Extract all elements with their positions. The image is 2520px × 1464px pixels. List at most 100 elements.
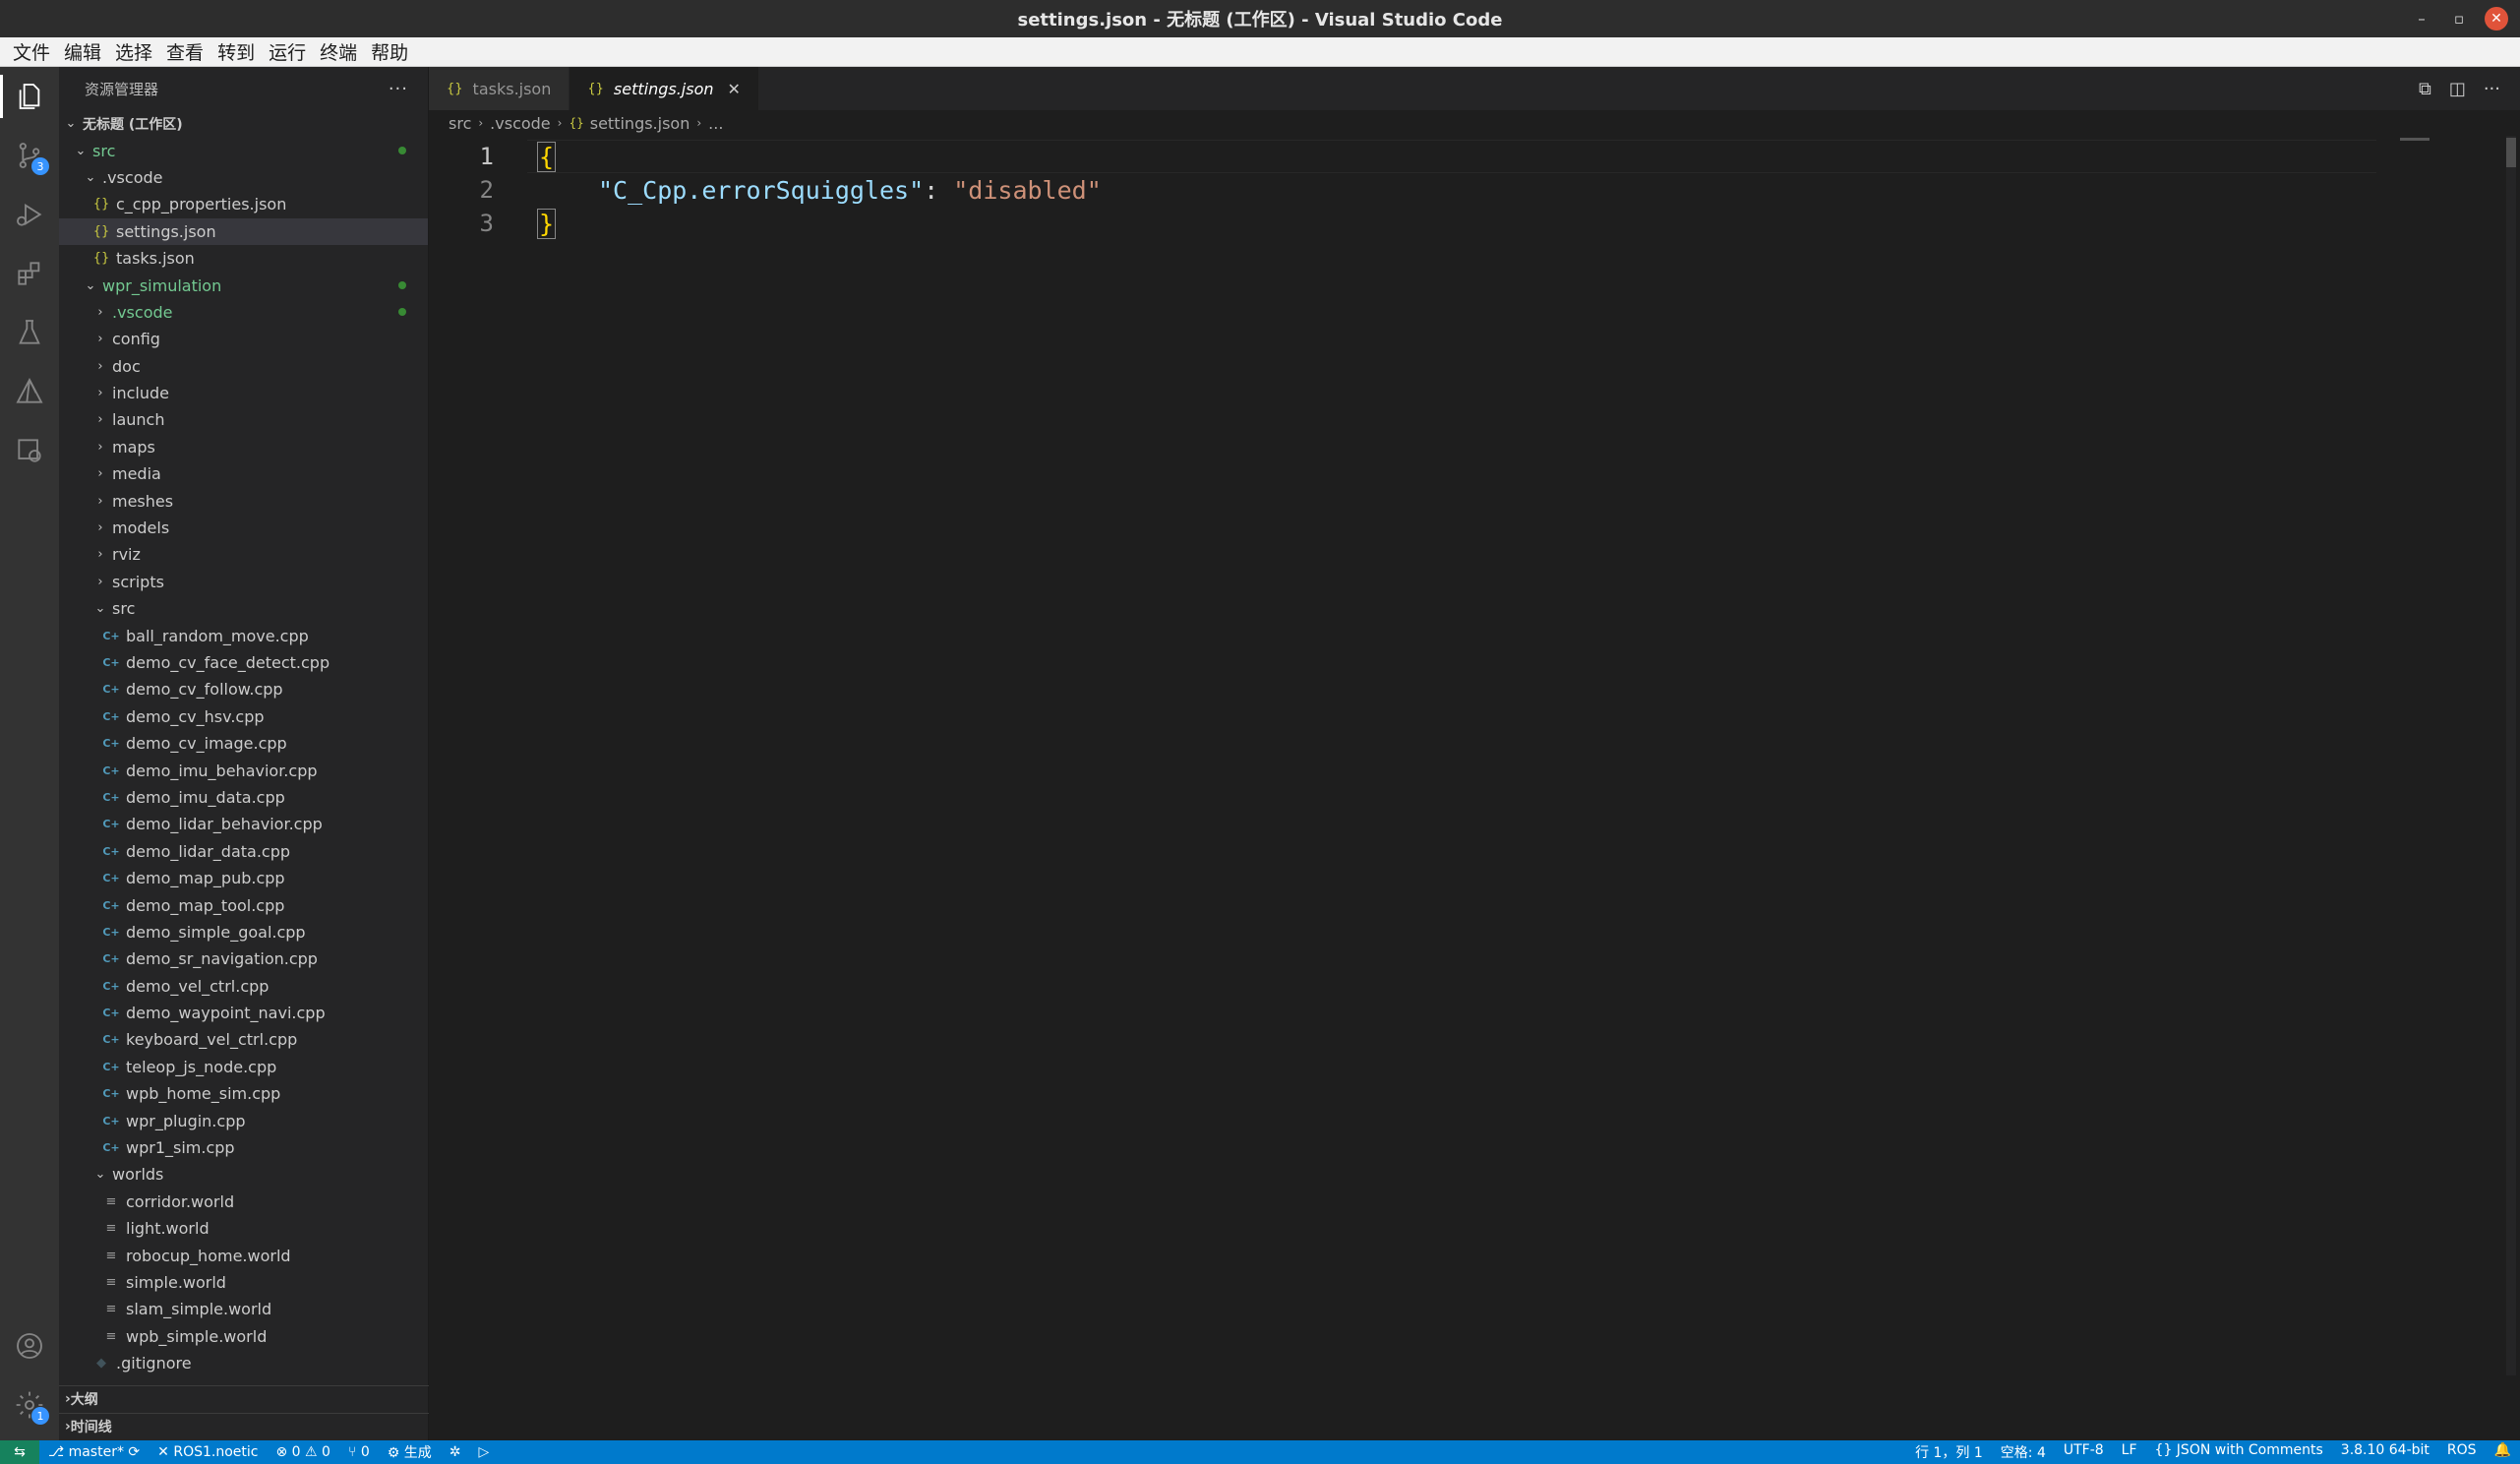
tree-item[interactable]: › media [59, 460, 428, 487]
tree-item[interactable]: C+ teleop_js_node.cpp [59, 1054, 428, 1080]
tree-item[interactable]: › meshes [59, 487, 428, 514]
cmake-icon[interactable] [0, 364, 59, 419]
tree-item[interactable]: ⌄ worlds [59, 1161, 428, 1188]
tree-item[interactable]: ≡ robocup_home.world [59, 1242, 428, 1268]
tree-item[interactable]: C+ demo_cv_face_detect.cpp [59, 649, 428, 676]
remote-indicator-icon[interactable]: ⇆ [0, 1440, 39, 1464]
tree-item[interactable]: ⌄ wpr_simulation [59, 272, 428, 298]
tree-item[interactable]: ⌄ .vscode [59, 164, 428, 191]
tree-item[interactable]: C+ demo_imu_behavior.cpp [59, 757, 428, 783]
tree-item[interactable]: ≡ slam_simple.world [59, 1296, 428, 1322]
tree-item[interactable]: ⌄ src [59, 595, 428, 622]
maximize-icon[interactable]: ▫ [2447, 7, 2471, 30]
menu-terminal[interactable]: 终端 [313, 38, 364, 65]
ros-indicator[interactable]: ROS [2438, 1442, 2486, 1462]
menu-run[interactable]: 运行 [262, 38, 313, 65]
breadcrumb-vscode[interactable]: .vscode [490, 114, 550, 133]
breadcrumb-settings[interactable]: settings.json [590, 114, 690, 133]
tree-item[interactable]: {} settings.json [59, 217, 428, 245]
tree-item[interactable]: C+ demo_cv_follow.cpp [59, 676, 428, 702]
ports-indicator[interactable]: ⑂ 0 [339, 1444, 379, 1460]
minimap[interactable] [2400, 138, 2430, 141]
encoding[interactable]: UTF-8 [2055, 1442, 2113, 1462]
menu-selection[interactable]: 选择 [108, 38, 159, 65]
close-window-icon[interactable]: ✕ [2485, 7, 2508, 30]
menu-view[interactable]: 查看 [159, 38, 210, 65]
tree-item[interactable]: C+ demo_lidar_behavior.cpp [59, 811, 428, 837]
line-ending[interactable]: LF [2113, 1442, 2146, 1462]
tree-item[interactable]: C+ demo_cv_image.cpp [59, 730, 428, 757]
scrollbar-thumb[interactable] [2506, 138, 2516, 167]
tree-item[interactable]: C+ demo_simple_goal.cpp [59, 919, 428, 946]
minimize-icon[interactable]: – [2410, 7, 2433, 30]
menu-go[interactable]: 转到 [210, 38, 262, 65]
tree-item[interactable]: › doc [59, 353, 428, 380]
breadcrumb-symbols[interactable]: ... [708, 114, 723, 133]
editor-more-icon[interactable]: ··· [2484, 79, 2500, 99]
tree-item[interactable]: C+ wpr_plugin.cpp [59, 1107, 428, 1133]
tree-item[interactable]: C+ demo_imu_data.cpp [59, 784, 428, 811]
run-debug-icon[interactable] [0, 187, 59, 242]
tree-item[interactable]: ≡ simple.world [59, 1269, 428, 1296]
tree-item[interactable]: {} tasks.json [59, 245, 428, 272]
source-control-icon[interactable]: 3 [0, 128, 59, 183]
breadcrumb-src[interactable]: src [449, 114, 471, 133]
timeline-section[interactable]: › 时间线 [59, 1413, 429, 1439]
tree-item[interactable]: › rviz [59, 541, 428, 568]
build-button[interactable]: ⚙ 生成 [379, 1442, 441, 1462]
tree-item[interactable]: C+ wpb_home_sim.cpp [59, 1080, 428, 1107]
tree-item[interactable]: C+ demo_waypoint_navi.cpp [59, 1000, 428, 1026]
cursor-position[interactable]: 行 1，列 1 [1906, 1442, 1992, 1462]
split-editor-icon[interactable]: ◫ [2449, 79, 2466, 99]
menu-edit[interactable]: 编辑 [57, 38, 108, 65]
tree-item[interactable]: › include [59, 380, 428, 406]
problems-indicator[interactable]: ⊗ 0 ⚠ 0 [267, 1444, 338, 1460]
close-tab-icon[interactable]: ✕ [728, 80, 741, 98]
tree-item[interactable]: › scripts [59, 569, 428, 595]
tree-item[interactable]: ≡ wpb_simple.world [59, 1323, 428, 1350]
tree-item[interactable]: › config [59, 326, 428, 352]
tree-item[interactable]: C+ demo_sr_navigation.cpp [59, 946, 428, 972]
ros-status[interactable]: ✕ ROS1.noetic [149, 1444, 267, 1460]
tree-item[interactable]: C+ demo_map_pub.cpp [59, 865, 428, 891]
workspace-root[interactable]: ⌄ 无标题 (工作区) [59, 110, 428, 137]
outline-section[interactable]: › 大纲 [59, 1385, 429, 1412]
tree-item[interactable]: › launch [59, 406, 428, 433]
tree-item[interactable]: C+ wpr1_sim.cpp [59, 1134, 428, 1161]
testing-icon[interactable] [0, 305, 59, 360]
tree-item[interactable]: C+ demo_map_tool.cpp [59, 891, 428, 918]
tab-tasks-json[interactable]: {} tasks.json [429, 67, 570, 110]
remote-explorer-icon[interactable] [0, 423, 59, 478]
more-actions-icon[interactable]: ··· [389, 79, 408, 99]
extensions-icon[interactable] [0, 246, 59, 301]
settings-gear-icon[interactable]: 1 [0, 1377, 59, 1433]
tab-settings-json[interactable]: {} settings.json ✕ [570, 67, 759, 110]
menu-file[interactable]: 文件 [6, 38, 57, 65]
menu-help[interactable]: 帮助 [364, 38, 415, 65]
tree-item[interactable]: › models [59, 515, 428, 541]
tree-item[interactable]: {} c_cpp_properties.json [59, 191, 428, 217]
tree-item[interactable]: C+ demo_lidar_data.cpp [59, 838, 428, 865]
indentation[interactable]: 空格: 4 [1992, 1442, 2055, 1462]
python-interpreter[interactable]: 3.8.10 64-bit [2332, 1442, 2438, 1462]
vertical-scrollbar[interactable] [2506, 136, 2516, 1375]
tree-item[interactable]: C+ ball_random_move.cpp [59, 622, 428, 648]
tree-item[interactable]: C+ keyboard_vel_ctrl.cpp [59, 1026, 428, 1053]
tree-item[interactable]: ⌄ src [59, 137, 428, 163]
open-changes-icon[interactable]: ⧉ [2419, 79, 2431, 99]
account-icon[interactable] [0, 1318, 59, 1373]
code-editor[interactable]: 1 { 2 "C_Cpp.errorSquiggles": "disabled"… [429, 136, 2520, 1440]
language-mode[interactable]: {} JSON with Comments [2146, 1442, 2332, 1462]
branch-indicator[interactable]: ⎇ master* ⟳ [39, 1444, 149, 1460]
run-icon[interactable]: ▷ [469, 1444, 498, 1460]
tree-item[interactable]: ≡ corridor.world [59, 1189, 428, 1215]
tree-item[interactable]: ≡ light.world [59, 1215, 428, 1242]
tree-item[interactable]: ◆ .gitignore [59, 1350, 428, 1376]
tree-item[interactable]: C+ demo_vel_ctrl.cpp [59, 973, 428, 1000]
notifications-icon[interactable]: 🔔 [2486, 1442, 2520, 1462]
tree-item[interactable]: › .vscode [59, 299, 428, 326]
explorer-icon[interactable] [0, 69, 59, 124]
debug-icon[interactable]: ✲ [441, 1444, 470, 1460]
tree-item[interactable]: › maps [59, 434, 428, 460]
tree-item[interactable]: C+ demo_cv_hsv.cpp [59, 703, 428, 730]
